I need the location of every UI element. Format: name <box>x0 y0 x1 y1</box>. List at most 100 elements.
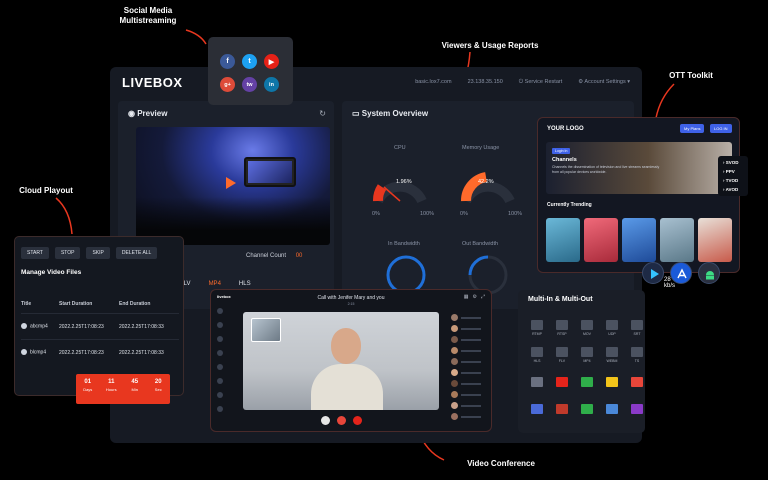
participant-row[interactable] <box>451 402 487 409</box>
protocol-item[interactable]: UDP <box>601 316 623 340</box>
protocol-item[interactable] <box>551 397 573 421</box>
menu-svod[interactable]: › SVOD <box>720 158 746 167</box>
tab-mp4[interactable]: MP4 <box>209 281 221 287</box>
account-settings-link[interactable]: ⚙ Account Settings ▾ <box>578 79 630 86</box>
header-links: basic.lox7.com 23.138.35.150 ⏻ Service R… <box>415 79 630 86</box>
protocol-item[interactable]: MOV <box>576 316 598 340</box>
participant-row[interactable] <box>451 413 487 420</box>
facebook-icon[interactable]: f <box>220 54 235 69</box>
trending-thumb[interactable] <box>698 218 732 262</box>
participant-row[interactable] <box>451 369 487 376</box>
monetization-menu: › SVOD › PPV › TVOD › AVOD <box>718 156 748 196</box>
participant-row[interactable] <box>451 391 487 398</box>
twitter-icon[interactable]: t <box>242 54 257 69</box>
protocol-item[interactable]: RTMP <box>526 316 548 340</box>
self-view-video[interactable] <box>251 318 281 342</box>
protocol-icon <box>556 404 568 414</box>
settings-icon[interactable]: ⚙ <box>473 294 477 300</box>
speaker-body <box>311 364 383 410</box>
mute-button[interactable] <box>321 416 330 425</box>
preview-title: ◉ Preview <box>128 109 168 118</box>
hero-tag: Login In <box>552 148 571 154</box>
ott-hero-banner[interactable]: Login In Channels Channels the dissemina… <box>546 142 732 194</box>
trending-thumb[interactable] <box>622 218 656 262</box>
delete-all-button[interactable]: DELETE ALL <box>115 247 158 259</box>
app-store-icon[interactable] <box>670 262 692 284</box>
protocol-item[interactable]: HLS <box>526 343 548 367</box>
participant-row[interactable] <box>451 347 487 354</box>
vc-main-video[interactable] <box>243 312 439 410</box>
protocol-item[interactable]: TS <box>626 343 648 367</box>
memory-gauge <box>460 172 515 204</box>
participant-row[interactable] <box>451 336 487 343</box>
youtube-icon[interactable]: ▶ <box>264 54 279 69</box>
protocol-icon <box>556 320 568 330</box>
sidebar-video-icon[interactable] <box>217 336 223 342</box>
service-restart-link[interactable]: ⏻ Service Restart <box>519 79 563 86</box>
android-tv-icon[interactable] <box>698 262 720 284</box>
my-plans-button[interactable]: My Plans <box>680 124 705 133</box>
participant-row[interactable] <box>451 314 487 321</box>
protocol-icon <box>556 377 568 387</box>
protocol-item[interactable] <box>601 397 623 421</box>
table-row[interactable]: blcmp4 2022.2.25T17:08:23 2022.2.25T17:0… <box>21 339 179 365</box>
sidebar-chat-icon[interactable] <box>217 308 223 314</box>
hero-channel-title: Channels <box>552 157 577 163</box>
table-row[interactable]: abcmp4 2022.2.25T17:08:23 2022.2.25T17:0… <box>21 313 179 339</box>
protocol-item[interactable] <box>626 370 648 394</box>
menu-tvod[interactable]: › TVOD <box>720 176 746 185</box>
protocol-label: TS <box>634 359 640 363</box>
google-play-icon[interactable] <box>642 262 664 284</box>
camera-button[interactable] <box>337 416 346 425</box>
menu-ppv[interactable]: › PPV <box>720 167 746 176</box>
protocol-grid: RTMP RTSP MOV UDP SRT HLS FLV MP4 WEBM TS <box>526 316 648 421</box>
trending-thumb[interactable] <box>660 218 694 262</box>
preview-video[interactable] <box>136 127 330 245</box>
twitch-icon[interactable]: tw <box>242 77 257 92</box>
timer-days: 01 Days <box>83 379 93 392</box>
protocol-item[interactable] <box>576 370 598 394</box>
sidebar-share-icon[interactable] <box>217 364 223 370</box>
refresh-icon[interactable]: ↻ <box>319 109 326 118</box>
stop-button[interactable]: STOP <box>54 247 81 259</box>
start-button[interactable]: START <box>21 247 49 259</box>
sidebar-screen-icon[interactable] <box>217 406 223 412</box>
sidebar-files-icon[interactable] <box>217 392 223 398</box>
participant-row[interactable] <box>451 380 487 387</box>
callout-ott: OTT Toolkit <box>669 71 713 80</box>
protocol-item[interactable]: WEBM <box>601 343 623 367</box>
protocol-item[interactable] <box>626 397 648 421</box>
channel-count: Channel Count 00 <box>246 253 303 259</box>
vc-call-title: Call with Jenifer Mary and you <box>317 295 385 301</box>
end-call-button[interactable] <box>353 416 362 425</box>
protocol-item[interactable] <box>601 370 623 394</box>
protocol-item[interactable] <box>576 397 598 421</box>
play-icon[interactable] <box>226 177 236 189</box>
protocol-item[interactable] <box>551 370 573 394</box>
protocol-item[interactable]: MP4 <box>576 343 598 367</box>
sidebar-mic-icon[interactable] <box>217 350 223 356</box>
multi-in-out-title: Multi-In & Multi-Out <box>528 296 593 303</box>
protocol-item[interactable]: SRT <box>626 316 648 340</box>
login-button[interactable]: LOG IN <box>710 124 732 133</box>
skip-button[interactable]: SKIP <box>86 247 110 259</box>
participant-row[interactable] <box>451 358 487 365</box>
participant-row[interactable] <box>451 325 487 332</box>
header-domain[interactable]: basic.lox7.com <box>415 79 451 86</box>
linkedin-icon[interactable]: in <box>264 77 279 92</box>
grid-icon[interactable]: ▦ <box>464 294 469 300</box>
arrow-ott <box>655 83 675 119</box>
sidebar-users-icon[interactable] <box>217 322 223 328</box>
google-plus-icon[interactable]: g+ <box>220 77 235 92</box>
menu-avod[interactable]: › AVOD <box>720 185 746 194</box>
sidebar-record-icon[interactable] <box>217 378 223 384</box>
trending-thumb[interactable] <box>546 218 580 262</box>
protocol-item[interactable] <box>526 370 548 394</box>
tab-hls[interactable]: HLS <box>239 281 251 287</box>
memory-min: 0% <box>460 211 468 217</box>
trending-thumb[interactable] <box>584 218 618 262</box>
expand-icon[interactable]: ⤢ <box>481 294 485 300</box>
protocol-item[interactable]: FLV <box>551 343 573 367</box>
protocol-item[interactable] <box>526 397 548 421</box>
protocol-item[interactable]: RTSP <box>551 316 573 340</box>
